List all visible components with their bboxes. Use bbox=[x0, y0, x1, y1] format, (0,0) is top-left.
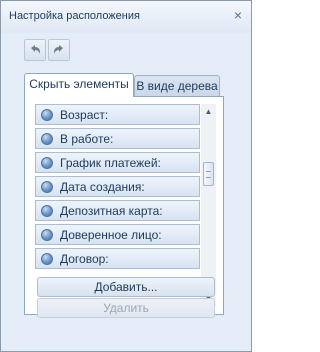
field-bullet-icon bbox=[41, 253, 53, 265]
close-icon[interactable]: × bbox=[231, 8, 245, 22]
list-item-label: Дата создания: bbox=[60, 180, 145, 194]
add-button[interactable]: Добавить... bbox=[37, 277, 215, 297]
list-item[interactable]: График платежей: bbox=[35, 152, 200, 173]
content-panel: Скрыть элементы В виде дерева Возраст: В… bbox=[1, 33, 251, 351]
field-bullet-icon bbox=[41, 109, 53, 121]
hidden-items-list: Возраст: В работе: График платежей: Дата… bbox=[35, 104, 200, 304]
delete-button[interactable]: Удалить bbox=[37, 298, 215, 318]
list-item[interactable]: Возраст: bbox=[35, 104, 200, 125]
window-title: Настройка расположения bbox=[9, 10, 140, 22]
scroll-up-icon[interactable]: ▲ bbox=[201, 104, 216, 119]
field-bullet-icon bbox=[41, 133, 53, 145]
tab-hide-items[interactable]: Скрыть элементы bbox=[24, 73, 134, 97]
list-scrollbar[interactable]: ▲ ▼ bbox=[201, 104, 216, 306]
list-item[interactable]: Депозитная карта: bbox=[35, 200, 200, 221]
list-item[interactable]: Доверенное лицо: bbox=[35, 224, 200, 245]
list-item-label: Договор: bbox=[60, 252, 109, 266]
list-item-label: Возраст: bbox=[60, 108, 109, 122]
undo-arrow-icon bbox=[31, 45, 40, 54]
field-bullet-icon bbox=[41, 229, 53, 241]
undo-button[interactable] bbox=[24, 39, 46, 61]
layout-customization-window: Настройка расположения × Скрыть элементы… bbox=[0, 0, 252, 352]
field-bullet-icon bbox=[41, 205, 53, 217]
redo-button[interactable] bbox=[48, 39, 70, 61]
list-item-label: В работе: bbox=[60, 132, 114, 146]
tab-tree-view[interactable]: В виде дерева bbox=[134, 75, 220, 97]
redo-arrow-icon bbox=[54, 45, 63, 54]
scroll-thumb[interactable] bbox=[203, 162, 214, 186]
list-item-label: График платежей: bbox=[60, 156, 161, 170]
field-bullet-icon bbox=[41, 157, 53, 169]
list-item[interactable]: В работе: bbox=[35, 128, 200, 149]
list-item[interactable]: Договор: bbox=[35, 248, 200, 269]
title-bar[interactable]: Настройка расположения × bbox=[1, 1, 251, 33]
list-item-label: Депозитная карта: bbox=[60, 204, 163, 218]
list-item[interactable]: Дата создания: bbox=[35, 176, 200, 197]
list-item-label: Доверенное лицо: bbox=[60, 228, 162, 242]
field-bullet-icon bbox=[41, 181, 53, 193]
